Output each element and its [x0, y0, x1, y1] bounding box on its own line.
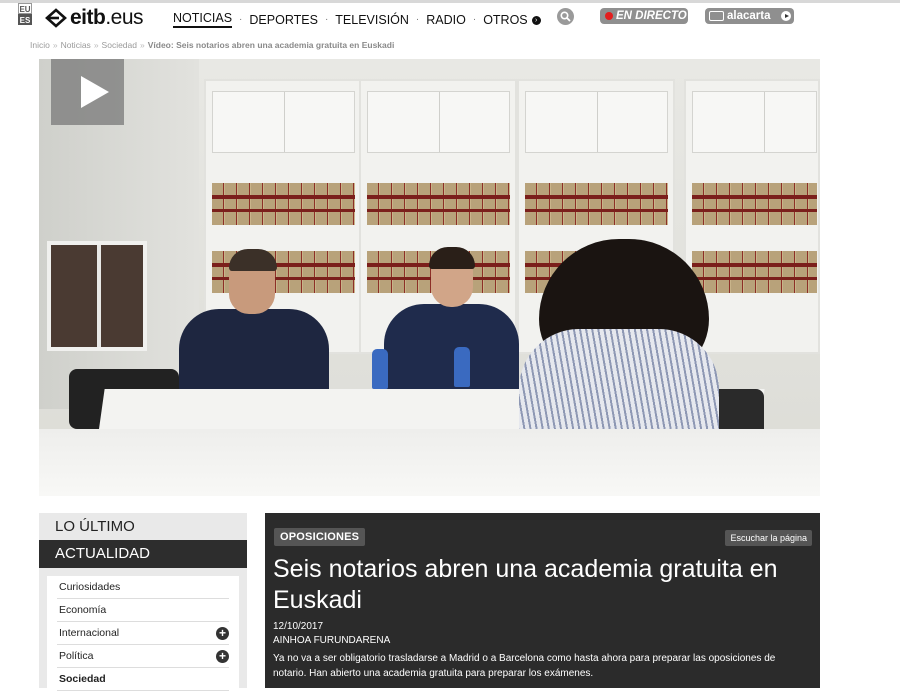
search-button[interactable] [557, 8, 574, 25]
nav-item-otros[interactable]: OTROS › [483, 12, 541, 27]
nav-item-radio[interactable]: RADIO [426, 13, 466, 27]
video-scene-person-hair [429, 247, 475, 269]
breadcrumb-separator: » [52, 40, 58, 50]
sidebar-item-curiosidades[interactable]: Curiosidades [57, 576, 229, 599]
nav-item-noticias[interactable]: NOTICIAS [173, 11, 233, 28]
video-scene-bottle [372, 349, 388, 389]
video-scene-cabinet [525, 91, 668, 153]
video-scene-books [212, 183, 355, 225]
sidebar-item-economia[interactable]: Economía [57, 599, 229, 622]
sidebar-item-label: Sociedad [59, 673, 106, 685]
breadcrumb-current: Vídeo: Seis notarios abren una academia … [147, 40, 395, 50]
expand-plus-icon[interactable]: + [216, 650, 229, 663]
video-scene-books [692, 251, 817, 293]
video-scene-books [692, 183, 817, 225]
nav-separator: · [415, 14, 420, 25]
breadcrumb-separator: » [93, 40, 99, 50]
video-player[interactable] [39, 59, 820, 496]
nav-separator: · [324, 14, 329, 25]
video-scene-window [47, 241, 147, 351]
alacarta-button[interactable]: alacarta [705, 8, 794, 24]
video-scene-table-front [39, 429, 820, 496]
live-button[interactable]: EN DIRECTO [600, 8, 688, 24]
nav-item-deportes[interactable]: DEPORTES [249, 13, 318, 27]
live-label: EN DIRECTO [616, 10, 687, 22]
tv-icon [709, 11, 724, 21]
search-icon [560, 11, 571, 22]
article-header: OPOSICIONES Escuchar la página Seis nota… [265, 513, 820, 688]
breadcrumb: Inicio» Noticias» Sociedad» Vídeo: Seis not… [30, 40, 394, 50]
lang-es-button[interactable]: ES [18, 14, 32, 25]
tab-actualidad[interactable]: ACTUALIDAD [39, 540, 247, 568]
sidebar-item-label: Economía [59, 604, 107, 616]
main-nav: NOTICIAS · DEPORTES · TELEVISIÓN · RADIO… [173, 11, 541, 28]
breadcrumb-noticias[interactable]: Noticias [61, 40, 91, 50]
sidebar-item-label: Política [59, 650, 94, 662]
site-logo[interactable]: eitb.eus [44, 4, 144, 32]
sidebar-list: Curiosidades Economía Internacional + Pol… [47, 576, 239, 691]
category-tag[interactable]: OPOSICIONES [274, 528, 366, 546]
video-scene-cabinet [367, 91, 510, 153]
breadcrumb-separator: » [140, 40, 145, 50]
nav-item-television[interactable]: TELEVISIÓN [335, 13, 409, 27]
play-icon [781, 11, 791, 21]
sidebar-item-label: Internacional [59, 627, 120, 639]
video-scene-books [367, 183, 510, 225]
breadcrumb-sociedad[interactable]: Sociedad [102, 40, 137, 50]
video-scene-person-hair [229, 249, 277, 271]
top-border [0, 0, 900, 3]
chevron-right-icon: › [531, 15, 541, 25]
article-summary: Ya no va a ser obligatorio trasladarse a… [273, 653, 776, 679]
article-author: AINHOA FURUNDARENA [273, 635, 391, 646]
lang-eu-button[interactable]: EU [18, 3, 32, 14]
sidebar-item-internacional[interactable]: Internacional + [57, 622, 229, 645]
tab-lo-ultimo[interactable]: LO ÚLTIMO [39, 513, 247, 540]
expand-plus-icon[interactable]: + [216, 627, 229, 640]
breadcrumb-inicio[interactable]: Inicio [30, 40, 50, 50]
alacarta-label: alacarta [727, 10, 771, 22]
sidebar-item-label: Curiosidades [59, 581, 121, 593]
play-button[interactable] [51, 59, 124, 125]
article-title: Seis notarios abren una academia gratuit… [273, 555, 778, 614]
sidebar: LO ÚLTIMO ACTUALIDAD Curiosidades Econom… [39, 513, 247, 691]
eitb-logo-icon [45, 8, 67, 28]
video-scene-cabinet [692, 91, 817, 153]
listen-button[interactable]: Escuchar la página [725, 530, 812, 546]
article-date: 12/10/2017 [273, 621, 324, 632]
video-scene-bottle [454, 347, 470, 387]
logo-text: eitb.eus [70, 6, 144, 29]
nav-separator: · [239, 14, 243, 25]
nav-item-otros-label: OTROS [483, 12, 528, 27]
video-scene-cabinet [212, 91, 355, 153]
video-scene-books [525, 183, 668, 225]
nav-separator: · [472, 14, 477, 25]
live-dot-icon [605, 12, 613, 20]
sidebar-item-politica[interactable]: Política + [57, 645, 229, 668]
